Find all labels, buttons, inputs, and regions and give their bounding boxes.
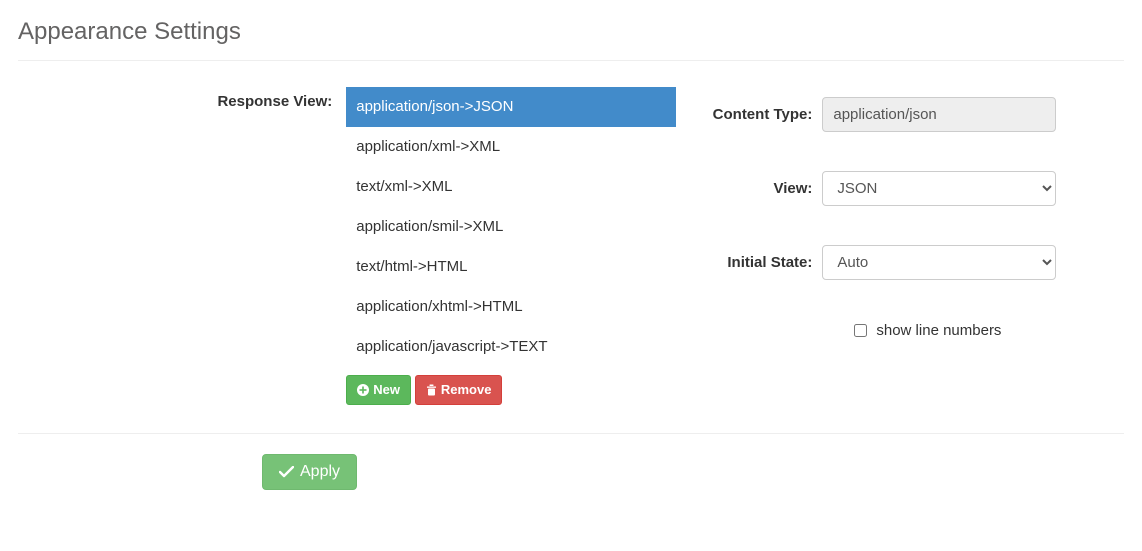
list-item[interactable]: application/xml->XML: [346, 127, 676, 167]
new-button-label: New: [373, 381, 400, 399]
list-item[interactable]: application/xhtml->HTML: [346, 287, 676, 327]
view-label: View:: [700, 180, 822, 197]
list-item[interactable]: text/html->HTML: [346, 247, 676, 287]
show-line-numbers-label[interactable]: show line numbers: [876, 322, 1001, 339]
trash-icon: [426, 384, 437, 396]
apply-button-label: Apply: [300, 463, 340, 481]
check-icon: [279, 466, 294, 478]
new-button[interactable]: New: [346, 375, 411, 405]
list-item[interactable]: application/json->JSON: [346, 87, 676, 127]
list-item[interactable]: text/xml->XML: [346, 167, 676, 207]
list-item[interactable]: application/javascript->TEXT: [346, 327, 676, 367]
list-item[interactable]: application/smil->XML: [346, 207, 676, 247]
show-line-numbers-checkbox[interactable]: [854, 324, 867, 337]
initial-state-select[interactable]: Auto: [822, 245, 1056, 280]
response-view-listbox[interactable]: application/json->JSONapplication/xml->X…: [346, 87, 676, 369]
remove-button-label: Remove: [441, 381, 492, 399]
remove-button[interactable]: Remove: [415, 375, 503, 405]
content-type-field[interactable]: [822, 97, 1056, 132]
content-type-label: Content Type:: [700, 106, 822, 123]
initial-state-label: Initial State:: [700, 254, 822, 271]
apply-button[interactable]: Apply: [262, 454, 357, 490]
page-title: Appearance Settings: [18, 18, 1124, 46]
response-view-label: Response View:: [217, 93, 332, 110]
plus-circle-icon: [357, 384, 369, 396]
view-select[interactable]: JSON: [822, 171, 1056, 206]
